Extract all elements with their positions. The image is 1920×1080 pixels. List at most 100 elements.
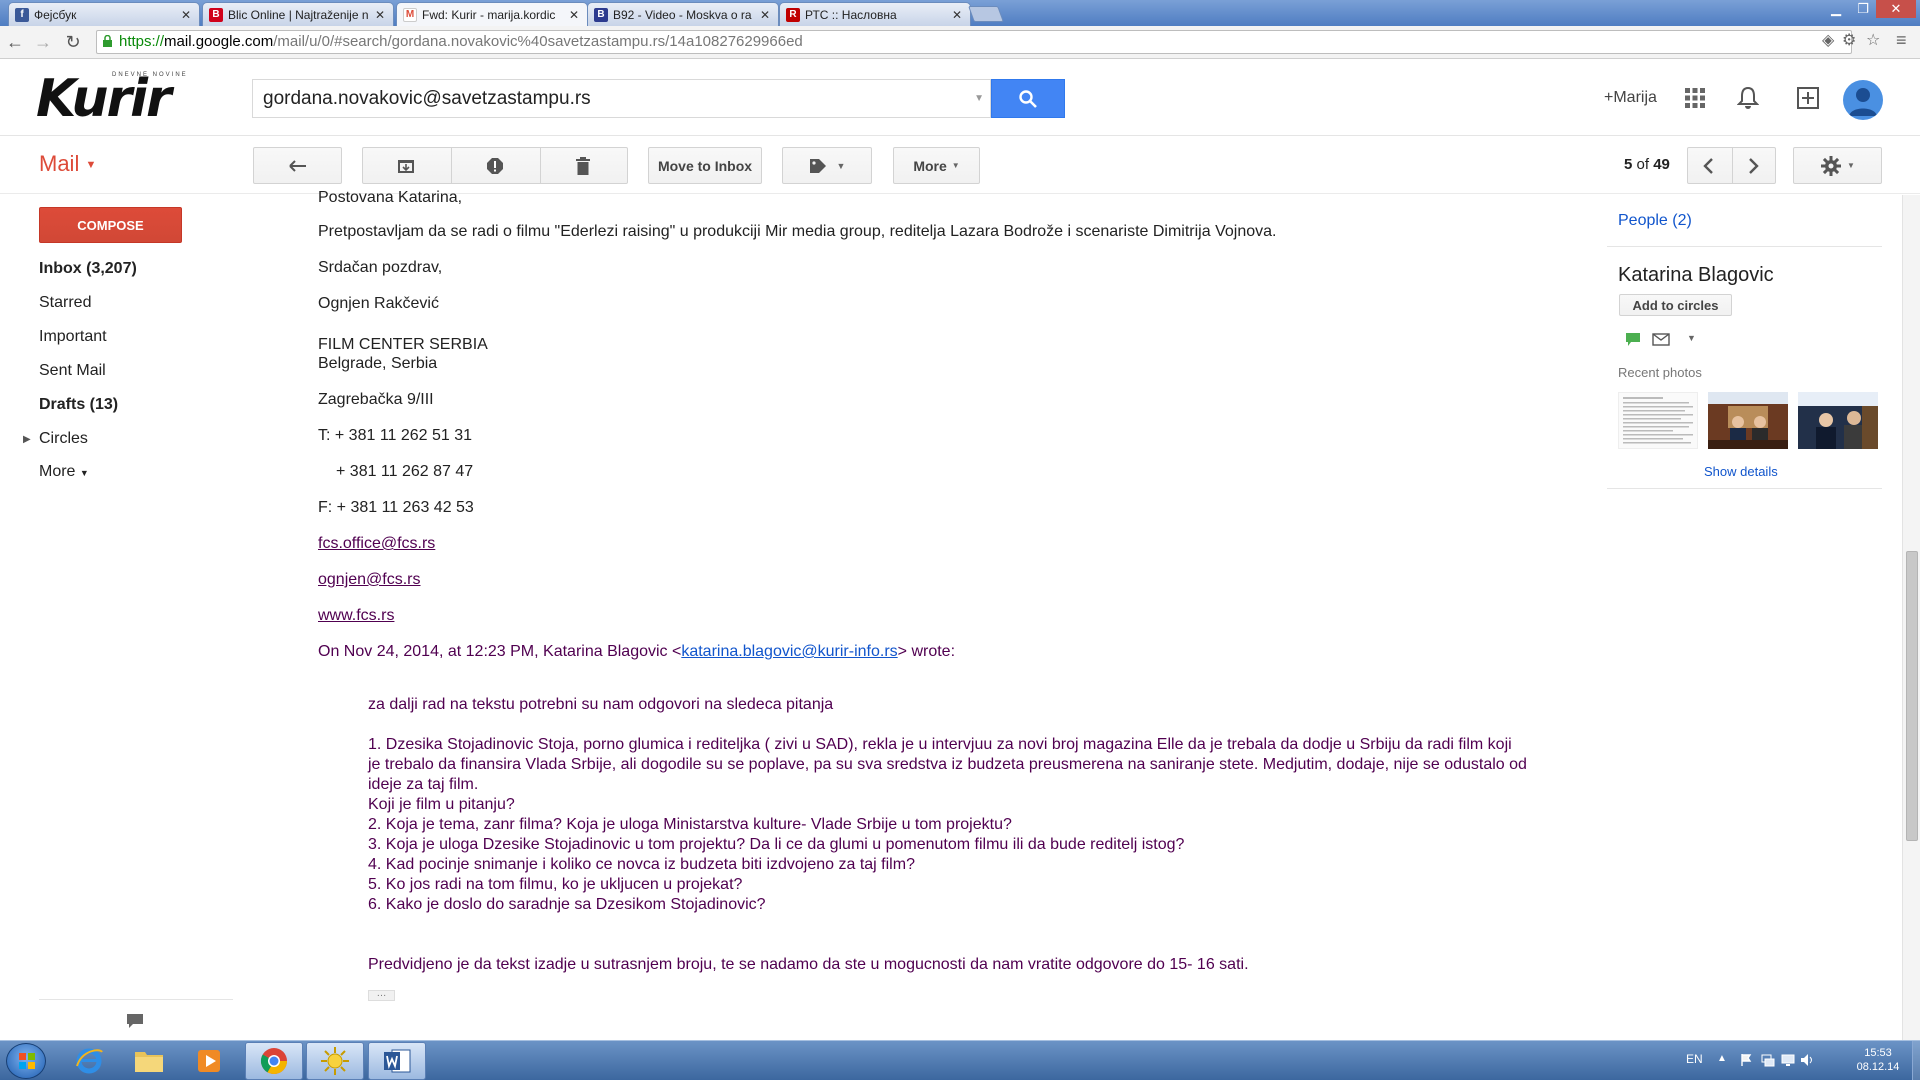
settings-button[interactable]: ▼ (1793, 147, 1882, 184)
contact-name[interactable]: Katarina Blagovic (1618, 264, 1774, 287)
recent-photo-interview-1[interactable] (1708, 392, 1788, 449)
close-icon[interactable]: ✕ (950, 8, 964, 22)
website-link[interactable]: www.fcs.rs (318, 607, 394, 624)
input-language-indicator[interactable]: EN (1686, 1052, 1703, 1066)
people-panel: People (2) Katarina Blagovic Add to circ… (1606, 195, 1882, 495)
labels-button[interactable]: ▼ (782, 147, 872, 184)
address-bar[interactable]: https://mail.google.com/mail/u/0/#search… (96, 30, 1852, 54)
search-options-icon[interactable]: ▼ (974, 80, 984, 117)
action-center-flag-icon[interactable] (1739, 1053, 1753, 1067)
settings-icon[interactable]: ⚙ (1842, 30, 1856, 50)
chevron-down-icon: ▼ (836, 160, 846, 171)
closing: Srdačan pozdrav, (318, 259, 443, 276)
media-player-taskbar-icon[interactable] (180, 1042, 238, 1080)
nav-item-circles[interactable]: Circles (39, 430, 88, 448)
chrome-taskbar-icon[interactable] (245, 1042, 303, 1080)
avatar[interactable] (1843, 80, 1883, 120)
more-actions-button[interactable]: More ▼ (893, 147, 980, 184)
close-icon[interactable]: ✕ (179, 8, 193, 22)
quote-sender-email-link[interactable]: katarina.blagovic@kurir-info.rs (681, 643, 897, 660)
report-spam-icon[interactable] (486, 157, 504, 178)
translate-icon[interactable]: ◈ (1822, 30, 1834, 50)
divider (1607, 246, 1882, 247)
nav-item-sent[interactable]: Sent Mail (39, 362, 106, 380)
network-icon[interactable] (1761, 1053, 1775, 1067)
people-link[interactable]: People (2) (1618, 212, 1692, 230)
forward-icon[interactable]: → (32, 31, 54, 53)
older-chevron-right-icon[interactable] (1746, 157, 1760, 178)
email-link-ognjen[interactable]: ognjen@fcs.rs (318, 571, 421, 588)
search-button[interactable] (991, 79, 1065, 118)
chat-icon[interactable] (1625, 332, 1641, 347)
show-trimmed-content-button[interactable]: … (368, 989, 395, 1001)
tab-b92[interactable]: B B92 - Video - Moskva o ra ✕ (587, 2, 779, 26)
url-protocol: https:// (119, 33, 165, 50)
sun-app-taskbar-icon[interactable] (306, 1042, 364, 1080)
search-input[interactable]: gordana.novakovic@savetzastampu.rs ▼ (252, 79, 991, 118)
share-plus-icon[interactable] (1793, 83, 1823, 113)
blic-icon: B (209, 7, 223, 22)
close-window-button[interactable]: ✕ (1876, 0, 1916, 18)
tab-gmail[interactable]: M Fwd: Kurir - marija.kordic ✕ (396, 2, 588, 26)
phone-2: + 381 11 262 87 47 (336, 463, 474, 480)
sender-name: Ognjen Rakčević (318, 295, 439, 312)
close-icon[interactable]: ✕ (567, 8, 581, 22)
question-4: 4. Kad pocinje snimanje i koliko ce novc… (368, 856, 915, 873)
logo-text: Kurir (36, 69, 172, 129)
close-icon[interactable]: ✕ (373, 8, 387, 22)
scrollbar[interactable] (1902, 195, 1920, 1040)
archive-icon[interactable] (397, 157, 415, 178)
windows-start-button[interactable] (6, 1043, 46, 1079)
delete-trash-icon[interactable] (575, 157, 591, 178)
show-desktop-button[interactable] (1912, 1041, 1920, 1080)
internet-explorer-taskbar-icon[interactable] (60, 1042, 118, 1080)
show-hidden-icons-icon[interactable]: ▲ (1717, 1053, 1731, 1067)
file-explorer-taskbar-icon[interactable] (120, 1042, 178, 1080)
new-tab-button[interactable] (968, 6, 1004, 22)
chevron-down-icon[interactable]: ▼ (1687, 333, 1696, 343)
add-to-circles-button[interactable]: Add to circles (1619, 294, 1732, 316)
show-details-link[interactable]: Show details (1704, 464, 1778, 479)
nav-item-drafts[interactable]: Drafts (13) (39, 396, 118, 414)
google-plus-user-link[interactable]: +Marija (1604, 89, 1657, 107)
tab-blic[interactable]: B Blic Online | Najtraženije n ✕ (202, 2, 394, 26)
back-icon[interactable]: ← (4, 31, 26, 53)
word-taskbar-icon[interactable] (368, 1042, 426, 1080)
restore-button[interactable]: ❐ (1850, 0, 1876, 18)
chat-bubble-icon[interactable] (126, 1013, 144, 1029)
email-envelope-icon[interactable] (1652, 333, 1670, 346)
move-to-inbox-button[interactable]: Move to Inbox (648, 147, 762, 184)
monitor-icon[interactable] (1781, 1053, 1795, 1067)
scrollbar-thumb[interactable] (1906, 551, 1918, 841)
reload-icon[interactable]: ↻ (62, 31, 84, 53)
menu-icon[interactable]: ≡ (1896, 30, 1907, 51)
notifications-bell-icon[interactable] (1733, 83, 1763, 113)
system-clock[interactable]: 15:53 08.12.14 (1845, 1046, 1911, 1074)
kurir-logo[interactable]: DNEVNE NOVINE Kurir (36, 69, 222, 129)
newer-chevron-left-icon[interactable] (1702, 157, 1716, 178)
divider (39, 999, 233, 1000)
bookmark-star-icon[interactable]: ☆ (1866, 30, 1880, 50)
expand-arrow-icon[interactable]: ▶ (23, 434, 31, 445)
recent-photo-interview-2[interactable] (1798, 392, 1878, 449)
tab-title: Фејсбук (34, 7, 77, 22)
windows-logo-icon (19, 1053, 35, 1069)
compose-button[interactable]: COMPOSE (39, 207, 182, 243)
nav-item-starred[interactable]: Starred (39, 294, 91, 312)
nav-item-important[interactable]: Important (39, 328, 107, 346)
volume-speaker-icon[interactable] (1800, 1053, 1814, 1067)
tab-facebook[interactable]: f Фејсбук ✕ (8, 2, 200, 26)
page-count: 5 of 49 (1624, 156, 1670, 173)
mail-label: Mail (39, 151, 80, 176)
minimize-button[interactable]: ▁ (1822, 0, 1850, 18)
tab-rts[interactable]: R РТС :: Насловна ✕ (779, 2, 971, 26)
close-icon[interactable]: ✕ (758, 8, 772, 22)
recent-photo-document[interactable] (1618, 392, 1698, 449)
nav-item-more[interactable]: More ▼ (39, 463, 89, 481)
email-link-office[interactable]: fcs.office@fcs.rs (318, 535, 435, 552)
mail-menu[interactable]: Mail ▼ (39, 151, 96, 177)
windows-taskbar: EN ▲ 15:53 08.12.14 (0, 1040, 1920, 1080)
nav-item-inbox[interactable]: Inbox (3,207) (39, 260, 137, 278)
back-to-search-button[interactable] (253, 147, 342, 184)
apps-grid-icon[interactable] (1680, 83, 1710, 113)
